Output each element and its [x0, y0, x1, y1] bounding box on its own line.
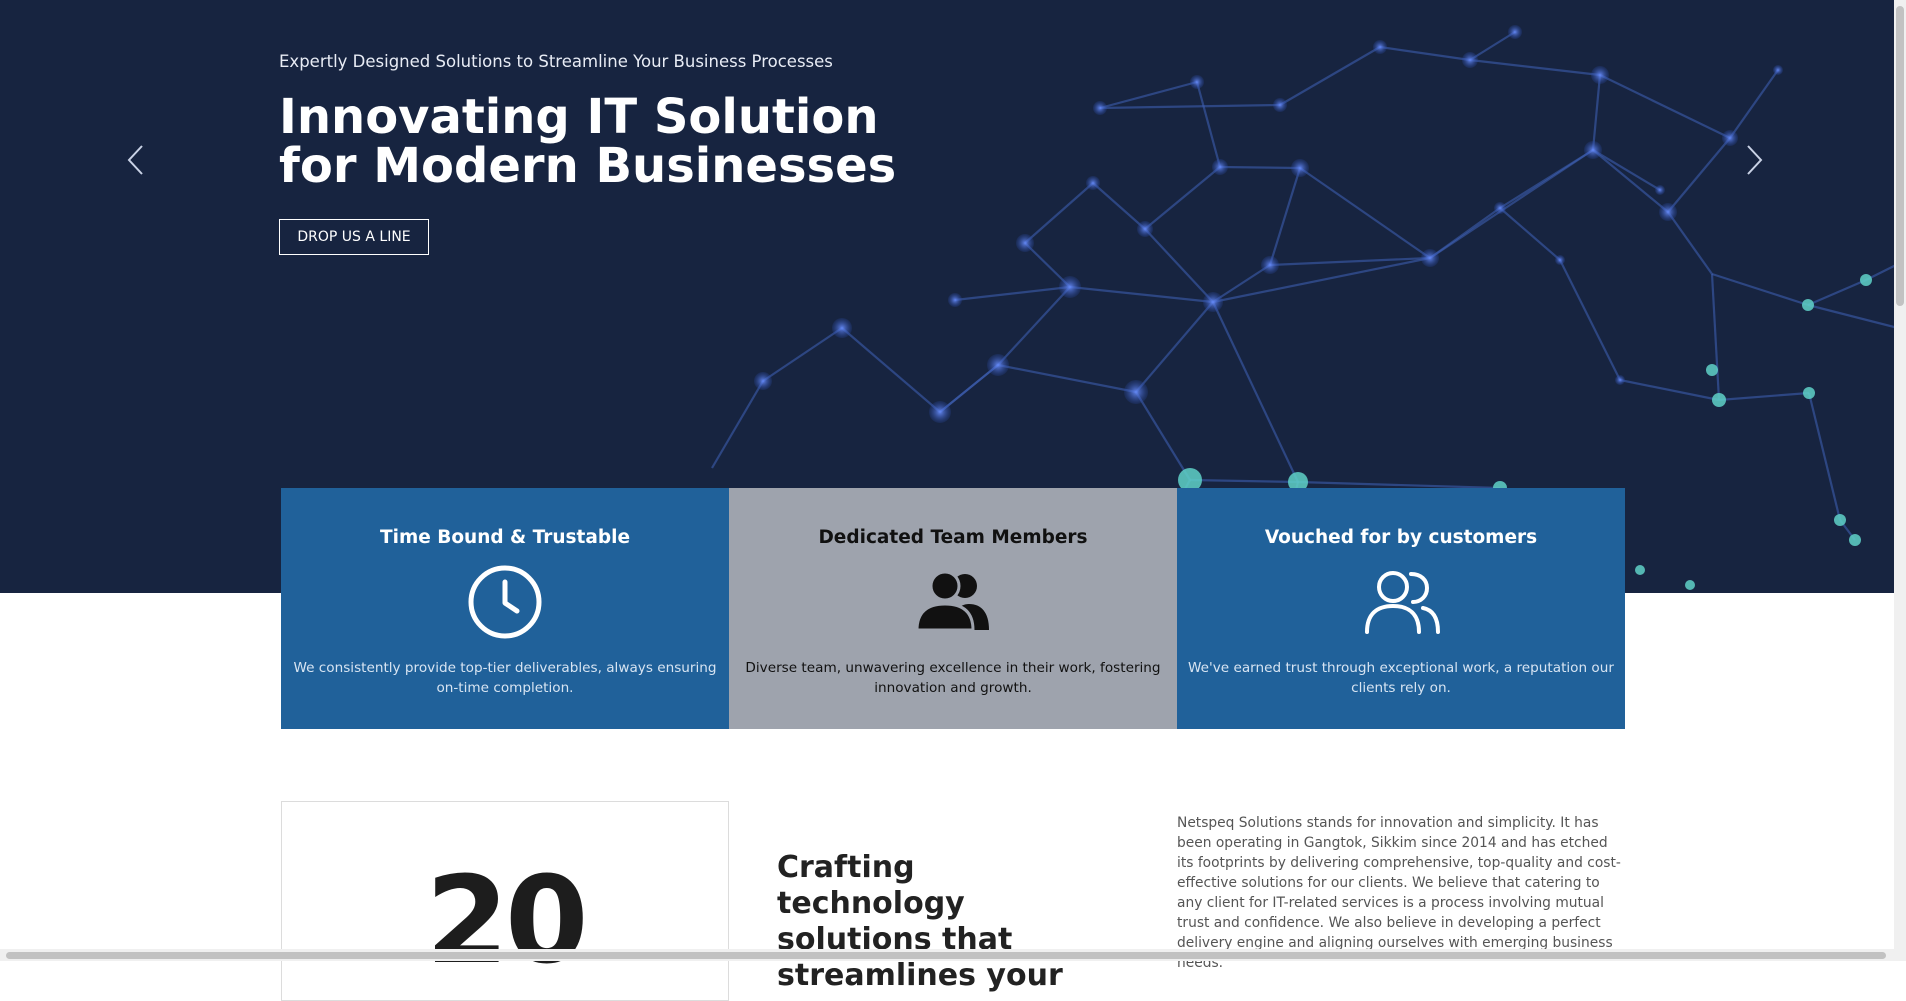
hero-subtitle: Expertly Designed Solutions to Streamlin…	[279, 52, 833, 71]
feature-title: Time Bound & Trustable	[380, 527, 630, 548]
years-number: 20	[425, 852, 589, 991]
crafting-heading: Crafting technology solutions that strea…	[777, 850, 1063, 993]
vertical-scrollbar[interactable]	[1894, 0, 1906, 949]
horizontal-scrollbar[interactable]	[0, 949, 1906, 961]
features-row: Time Bound & Trustable We consistently p…	[281, 488, 1625, 729]
feature-card-time-bound: Time Bound & Trustable We consistently p…	[281, 488, 729, 729]
years-stat-card: 20	[281, 801, 729, 1001]
feature-title: Dedicated Team Members	[818, 527, 1088, 548]
clock-icon	[468, 565, 542, 639]
hero-title: Innovating IT Solution for Modern Busine…	[279, 89, 897, 194]
drop-us-a-line-button[interactable]: DROP US A LINE	[279, 219, 429, 255]
feature-card-dedicated-team: Dedicated Team Members Diverse team, unw…	[729, 488, 1177, 729]
chevron-right-icon[interactable]	[1742, 143, 1766, 177]
feature-title: Vouched for by customers	[1264, 527, 1538, 548]
chevron-left-icon[interactable]	[124, 143, 148, 177]
feature-text: Diverse team, unwavering excellence in t…	[745, 660, 1161, 696]
feature-text: We've earned trust through exceptional w…	[1188, 660, 1614, 696]
team-icon	[915, 570, 989, 632]
hero-content: Expertly Designed Solutions to Streamlin…	[279, 52, 979, 191]
feature-card-vouched: Vouched for by customers We've earned tr…	[1177, 488, 1625, 729]
users-outline-icon	[1365, 571, 1440, 634]
feature-text: We consistently provide top-tier deliver…	[293, 660, 717, 696]
